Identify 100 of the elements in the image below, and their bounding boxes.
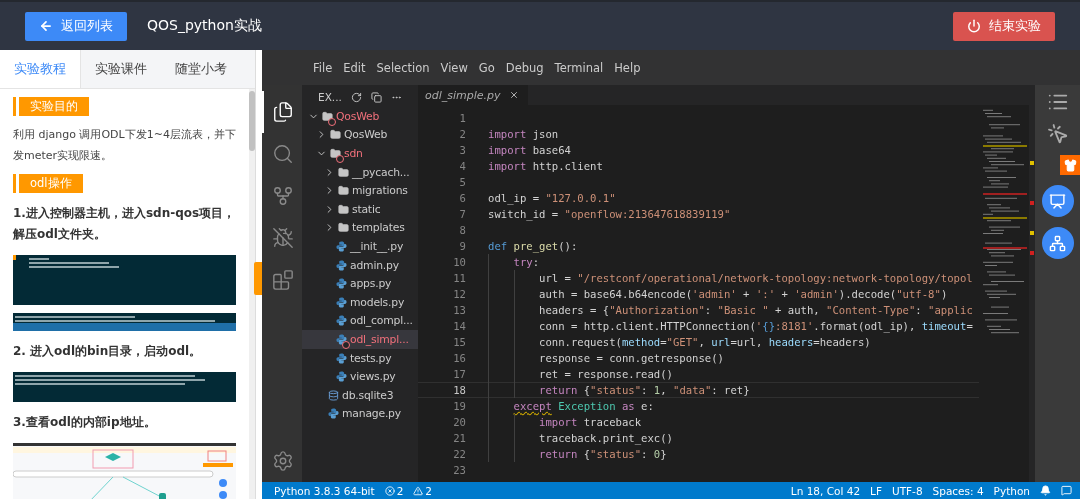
menu-item[interactable]: Debug: [500, 60, 549, 75]
file-tree-item[interactable]: views.py: [302, 367, 418, 386]
folder-icon: [338, 185, 349, 197]
line-number: 19: [452, 400, 466, 412]
file-name: migrations: [352, 184, 408, 198]
chart-button[interactable]: [1041, 185, 1074, 217]
code-line: conn.request(method="GET", url=url, headers=headers): [539, 336, 871, 348]
code-line: import json: [488, 128, 559, 140]
code-line: conn = http.client.HTTPConnection('{}:8181'.format(odl_ip), timeout=: [539, 320, 973, 332]
file-name: manage.py: [342, 407, 401, 421]
status-item[interactable]: Python 3.8.3 64-bit: [274, 484, 375, 497]
file-name: templates: [352, 221, 405, 235]
status-item[interactable]: Spaces: 4: [932, 484, 984, 497]
file-tree-item[interactable]: apps.py: [302, 274, 418, 293]
file-tree-item[interactable]: __init__.py: [302, 237, 418, 256]
editor-tab[interactable]: odl_simple.py: [418, 85, 528, 105]
bug-off-icon[interactable]: [272, 227, 294, 249]
tab[interactable]: 实验课件: [81, 50, 161, 88]
step-heading: 3.查看odl的内部ip地址。: [13, 414, 157, 431]
file-name: static: [352, 202, 381, 216]
file-tree-item[interactable]: odl_simpl...: [302, 330, 418, 349]
explorer-title: EX...: [318, 91, 342, 103]
file-name: odl_simpl...: [350, 332, 409, 346]
error-icon: [384, 485, 395, 496]
python-file-icon: [328, 408, 339, 420]
file-tree-item[interactable]: models.py: [302, 292, 418, 312]
file-name: apps.py: [350, 277, 392, 291]
menu-item[interactable]: File: [308, 60, 338, 75]
file-tree-item[interactable]: tests.py: [302, 348, 418, 368]
python-file-icon: [336, 371, 347, 383]
code-line: except Exception as e:: [513, 400, 654, 412]
blocks-icon[interactable]: [272, 269, 294, 291]
menu-item[interactable]: Help: [609, 60, 646, 75]
file-tree-item[interactable]: odl_compl...: [302, 311, 418, 331]
folder-icon: [330, 148, 341, 159]
code-line: response = conn.getresponse(): [539, 352, 724, 364]
line-number: 9: [458, 240, 466, 252]
section-marker: [13, 174, 16, 193]
shirt-button[interactable]: [1060, 155, 1080, 175]
status-item[interactable]: Python: [993, 484, 1030, 497]
line-number: 10: [452, 256, 466, 268]
file-name: db.sqlite3: [342, 388, 394, 402]
close-icon[interactable]: [508, 90, 519, 100]
file-tree-item[interactable]: db.sqlite3: [302, 385, 418, 405]
folder-icon: [338, 203, 349, 215]
menu-item[interactable]: Terminal: [549, 60, 609, 75]
error-dot: [342, 340, 350, 349]
feedback-icon[interactable]: [1061, 485, 1072, 496]
python-file-icon: [336, 296, 347, 308]
search-icon[interactable]: [272, 143, 294, 165]
code-line: def pre_get():: [488, 240, 578, 252]
file-tree-item[interactable]: static: [302, 199, 418, 219]
menu-item[interactable]: View: [435, 60, 473, 75]
menu-item[interactable]: Edit: [338, 60, 371, 75]
file-tree-item[interactable]: admin.py: [302, 255, 418, 275]
code-line: url = "/restconf/operational/network-topology:network-topology/topol: [539, 272, 973, 284]
python-file-icon: [336, 333, 347, 345]
warning-count[interactable]: 2: [413, 484, 432, 497]
hierarchy-button[interactable]: [1041, 227, 1074, 259]
cursor-icon[interactable]: [1046, 123, 1069, 145]
error-dot: [328, 117, 336, 126]
step-heading: 2. 进入odl的bin目录，启动odl。: [13, 343, 203, 360]
resize-handle[interactable]: [254, 262, 262, 295]
file-tree-item[interactable]: manage.py: [302, 404, 418, 424]
line-number: 14: [452, 320, 466, 332]
line-number: 3: [458, 144, 466, 156]
scrollbar-thumb[interactable]: [249, 91, 255, 151]
settings-icon[interactable]: [272, 450, 294, 472]
collapse-icon[interactable]: [370, 91, 382, 103]
tab[interactable]: 实验教程: [0, 50, 81, 88]
refresh-icon[interactable]: [350, 91, 362, 103]
file-tree-item[interactable]: templates: [302, 218, 418, 238]
menu-item[interactable]: Selection: [371, 60, 435, 75]
file-tree-item[interactable]: __pycach...: [302, 162, 418, 182]
status-item[interactable]: UTF-8: [891, 484, 923, 497]
line-number: 16: [452, 352, 466, 364]
line-number: 17: [452, 368, 466, 380]
file-tree-item[interactable]: migrations: [302, 181, 418, 200]
line-number: 23: [452, 464, 466, 476]
tab[interactable]: 随堂小考: [161, 50, 241, 88]
line-number: 20: [452, 416, 466, 428]
line-number: 15: [452, 336, 466, 348]
step-heading: 1.进入控制器主机，进入sdn-qos项目，解压odl文件夹。: [13, 205, 237, 243]
file-name: odl_compl...: [350, 314, 413, 328]
line-number: 2: [458, 128, 466, 140]
end-button[interactable]: 结束实验: [953, 11, 1055, 41]
file-tree-item[interactable]: QosWeb: [302, 107, 418, 126]
status-item[interactable]: LF: [870, 484, 882, 497]
bell-icon[interactable]: [1040, 485, 1051, 496]
files-icon[interactable]: [272, 101, 294, 123]
warning-icon: [413, 485, 424, 496]
line-number: 7: [458, 208, 466, 220]
error-dot: [336, 155, 344, 163]
error-count[interactable]: 2: [384, 484, 404, 497]
status-item[interactable]: Ln 18, Col 42: [790, 484, 861, 497]
menu-item[interactable]: Go: [473, 60, 500, 75]
file-tree-item[interactable]: sdn: [302, 144, 418, 163]
file-tree-item[interactable]: QosWeb: [302, 125, 418, 145]
code-line: import base64: [488, 144, 571, 156]
fork-icon[interactable]: [272, 185, 294, 207]
